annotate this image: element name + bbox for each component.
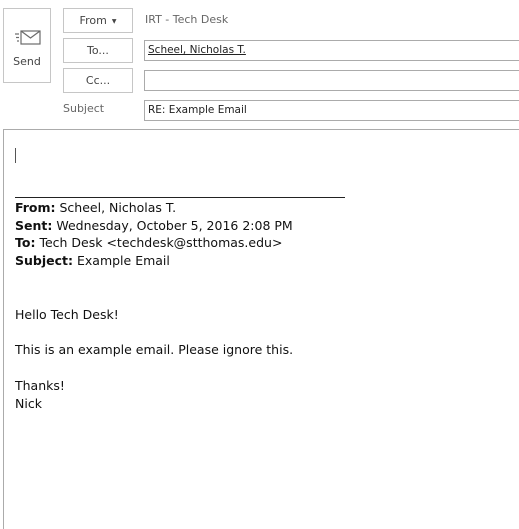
message-body[interactable]: From: Scheel, Nicholas T. Sent: Wednesda…: [3, 129, 519, 529]
body-greeting: Hello Tech Desk!: [15, 307, 119, 322]
subject-field[interactable]: RE: Example Email: [144, 100, 519, 121]
body-line: This is an example email. Please ignore …: [15, 342, 294, 357]
subject-label: Subject: [63, 102, 105, 115]
chevron-down-icon: ▼: [111, 17, 117, 25]
quoted-from: From: Scheel, Nicholas T.: [15, 200, 177, 215]
body-signature: Nick: [15, 396, 42, 411]
send-button[interactable]: Send: [3, 8, 51, 83]
cc-button[interactable]: Cc...: [63, 68, 133, 93]
quote-divider: [15, 197, 345, 198]
send-button-label: Send: [13, 55, 41, 68]
send-envelope-icon: [15, 30, 41, 45]
to-field[interactable]: Scheel, Nicholas T.: [144, 40, 519, 61]
text-cursor: [15, 148, 16, 163]
cc-field[interactable]: [144, 70, 519, 91]
to-button-label: To...: [87, 44, 109, 57]
from-button-label: From: [79, 14, 107, 27]
quoted-to: To: Tech Desk <techdesk@stthomas.edu>: [15, 235, 283, 250]
to-recipient[interactable]: Scheel, Nicholas T.: [148, 44, 246, 56]
to-button[interactable]: To...: [63, 38, 133, 63]
body-closing: Thanks!: [15, 378, 65, 393]
from-account: IRT - Tech Desk: [145, 13, 229, 26]
cc-button-label: Cc...: [85, 74, 111, 87]
quoted-subject: Subject: Example Email: [15, 253, 170, 268]
from-button[interactable]: From ▼: [63, 8, 133, 33]
quoted-sent: Sent: Wednesday, October 5, 2016 2:08 PM: [15, 218, 293, 233]
